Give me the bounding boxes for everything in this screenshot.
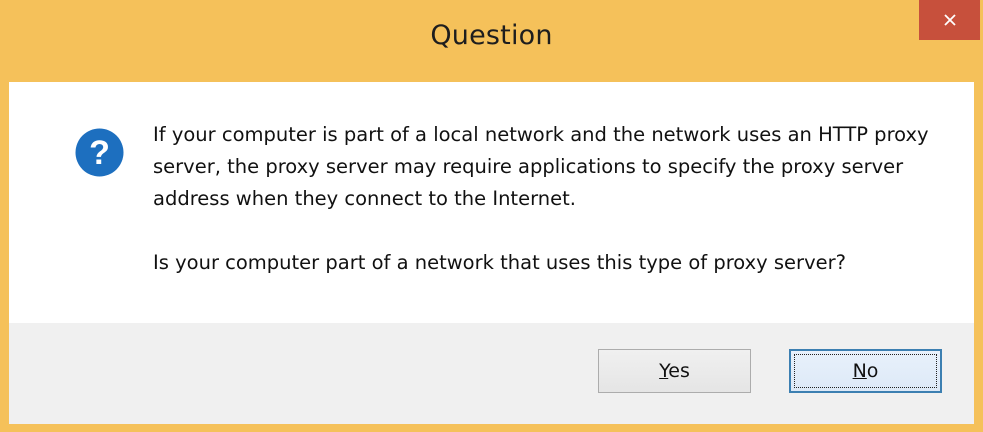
dialog-body: ? If your computer is part of a local ne… [9,82,974,424]
close-button[interactable] [919,0,980,40]
dialog-window: Question ? If your computer is part of a… [0,0,983,432]
yes-button[interactable]: Yes [598,349,751,393]
close-icon [943,14,956,26]
title-bar[interactable]: Question [0,0,983,82]
message-text: If your computer is part of a local netw… [153,119,953,279]
message-area: ? If your computer is part of a local ne… [9,82,974,323]
message-question: Is your computer part of a network that … [153,251,846,274]
svg-text:?: ? [89,134,110,172]
no-button-label: No [852,360,879,382]
question-icon: ? [75,128,124,177]
button-bar: Yes No [9,323,974,424]
no-button[interactable]: No [789,349,942,393]
message-paragraph: If your computer is part of a local netw… [153,123,929,210]
dialog-title: Question [430,20,553,51]
yes-button-label: Yes [659,360,690,382]
